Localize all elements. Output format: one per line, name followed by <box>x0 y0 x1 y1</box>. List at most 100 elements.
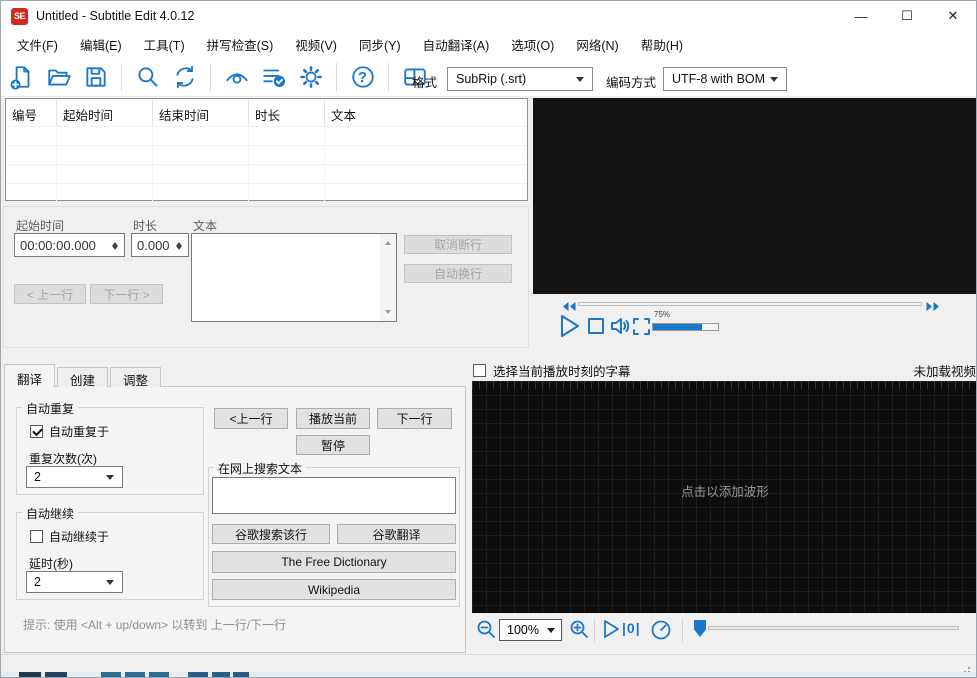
auto-continue-group: 自动继续 自动继续于 延时(秒) 2 <box>16 505 204 600</box>
volume-slider[interactable] <box>652 323 719 331</box>
format-combobox[interactable]: SubRip (.srt) <box>447 67 593 91</box>
subtitle-list-header: 编号 起始时间 结束时间 时长 文本 <box>6 99 527 126</box>
pause-button[interactable]: 暂停 <box>296 435 370 455</box>
scroll-down-icon[interactable] <box>385 310 391 317</box>
controls-separator <box>682 618 683 642</box>
video-position-slider[interactable] <box>578 302 922 306</box>
repeat-count-label: 重复次数(次) <box>29 452 97 466</box>
new-file-icon[interactable] <box>8 64 35 91</box>
play-icon[interactable] <box>558 313 582 344</box>
no-video-label: 未加载视频 <box>913 364 976 379</box>
web-search-input[interactable] <box>212 477 456 514</box>
video-surface[interactable] <box>533 98 976 294</box>
menu-edit[interactable]: 编辑(E) <box>69 31 133 58</box>
column-start-time[interactable]: 起始时间 <box>57 99 153 126</box>
next-line-button[interactable]: 下一行 > <box>90 284 163 304</box>
delay-combobox[interactable]: 2 <box>26 571 123 593</box>
menu-options[interactable]: 选项(O) <box>500 31 565 58</box>
table-row[interactable] <box>6 164 527 183</box>
menu-tools[interactable]: 工具(T) <box>133 31 196 58</box>
start-time-spinner[interactable]: 00:00:00.000 <box>14 233 125 257</box>
open-file-icon[interactable] <box>45 64 72 91</box>
visual-sync-icon[interactable] <box>223 64 250 91</box>
tab-create[interactable]: 创建 <box>57 367 109 388</box>
next-line-button[interactable]: 下一行 <box>377 408 452 429</box>
menu-sync[interactable]: 同步(Y) <box>348 31 412 58</box>
free-dictionary-button[interactable]: The Free Dictionary <box>212 551 456 573</box>
subtitle-text-area[interactable] <box>191 233 397 322</box>
menu-autotranslate[interactable]: 自动翻译(A) <box>412 31 501 58</box>
playback-speed-icon[interactable] <box>650 619 672 646</box>
auto-repeat-checkbox-label: 自动重复于 <box>49 425 110 439</box>
auto-repeat-group: 自动重复 自动重复于 重复次数(次) 2 <box>16 400 204 495</box>
position-slider-handle[interactable] <box>694 620 706 637</box>
zoom-in-icon[interactable] <box>569 619 590 645</box>
volume-icon[interactable] <box>609 315 631 342</box>
unbreak-button[interactable]: 取消断行 <box>404 235 512 254</box>
auto-repeat-checkbox[interactable] <box>30 425 43 438</box>
waveform-zoom-combobox[interactable]: 100% <box>499 619 562 641</box>
fullscreen-icon[interactable] <box>632 317 651 341</box>
subtitle-list[interactable]: 编号 起始时间 结束时间 时长 文本 <box>5 98 528 202</box>
minimize-button[interactable]: — <box>838 1 884 31</box>
google-translate-button[interactable]: 谷歌翻译 <box>337 524 456 544</box>
menu-video[interactable]: 视频(V) <box>284 31 348 58</box>
play-current-button[interactable]: 播放当前 <box>296 408 370 429</box>
select-current-subtitle-checkbox[interactable] <box>473 363 486 377</box>
table-row[interactable] <box>6 145 527 164</box>
web-search-group-title: 在网上搜索文本 <box>214 460 307 477</box>
zoom-out-icon[interactable] <box>476 619 497 645</box>
encoding-label: 编码方式 <box>606 76 657 90</box>
close-button[interactable]: ✕ <box>930 1 976 31</box>
play-from-start-icon[interactable]: |0| <box>622 620 641 636</box>
replace-icon[interactable] <box>171 64 198 91</box>
duration-spinner[interactable]: 0.000 <box>131 233 189 257</box>
waveform-area[interactable]: 点击以添加波形 <box>472 381 976 613</box>
toolbar-separator <box>388 63 389 91</box>
wikipedia-button[interactable]: Wikipedia <box>212 579 456 600</box>
tab-translate[interactable]: 翻译 <box>4 364 56 387</box>
spinner-arrows[interactable] <box>172 236 186 254</box>
waveform-controls: 100% |0| <box>472 614 976 648</box>
autobreak-button[interactable]: 自动换行 <box>404 264 512 283</box>
position-slider-track[interactable] <box>708 626 959 630</box>
table-row[interactable] <box>6 126 527 145</box>
auto-continue-checkbox[interactable] <box>30 530 43 543</box>
encoding-combobox[interactable]: UTF-8 with BOM <box>663 67 787 91</box>
find-icon[interactable] <box>134 64 161 91</box>
chevron-down-icon <box>106 475 114 484</box>
chevron-down-icon <box>770 77 778 86</box>
window-title: Untitled - Subtitle Edit 4.0.12 <box>36 9 195 23</box>
repeat-count-combobox[interactable]: 2 <box>26 466 123 488</box>
prev-line-button[interactable]: <上一行 <box>214 408 288 429</box>
resize-grip-icon[interactable] <box>960 667 962 669</box>
stop-icon[interactable] <box>587 317 605 340</box>
help-icon[interactable]: ? <box>349 64 376 91</box>
save-icon[interactable] <box>82 64 109 91</box>
app-logo-icon: SE <box>11 7 28 25</box>
menu-spellcheck[interactable]: 拼写检查(S) <box>196 31 285 58</box>
tab-adjust[interactable]: 调整 <box>110 367 162 388</box>
table-row[interactable] <box>6 183 527 202</box>
menu-network[interactable]: 网络(N) <box>565 31 629 58</box>
title-bar: SE Untitled - Subtitle Edit 4.0.12 — ☐ ✕ <box>1 1 976 31</box>
google-search-line-button[interactable]: 谷歌搜索该行 <box>212 524 330 544</box>
scroll-up-icon[interactable] <box>385 238 391 245</box>
column-duration[interactable]: 时长 <box>249 99 325 126</box>
toolbar-separator <box>121 63 122 91</box>
settings-icon[interactable] <box>297 64 324 91</box>
play-icon[interactable] <box>602 619 620 644</box>
column-text[interactable]: 文本 <box>325 99 527 126</box>
spinner-arrows[interactable] <box>108 236 122 254</box>
spell-check-icon[interactable] <box>260 64 287 91</box>
format-label: 格式 <box>412 76 438 90</box>
column-number[interactable]: 编号 <box>6 99 57 126</box>
window-controls: — ☐ ✕ <box>838 1 976 31</box>
menu-file[interactable]: 文件(F) <box>6 31 69 58</box>
maximize-button[interactable]: ☐ <box>884 1 930 31</box>
menu-help[interactable]: 帮助(H) <box>630 31 694 58</box>
column-end-time[interactable]: 结束时间 <box>153 99 249 126</box>
translate-tab-panel: 自动重复 自动重复于 重复次数(次) 2 自动继续 自动继续于 延时(秒) 2 <box>4 386 466 653</box>
previous-line-button[interactable]: < 上一行 <box>14 284 86 304</box>
textarea-scrollbar[interactable] <box>380 234 396 321</box>
